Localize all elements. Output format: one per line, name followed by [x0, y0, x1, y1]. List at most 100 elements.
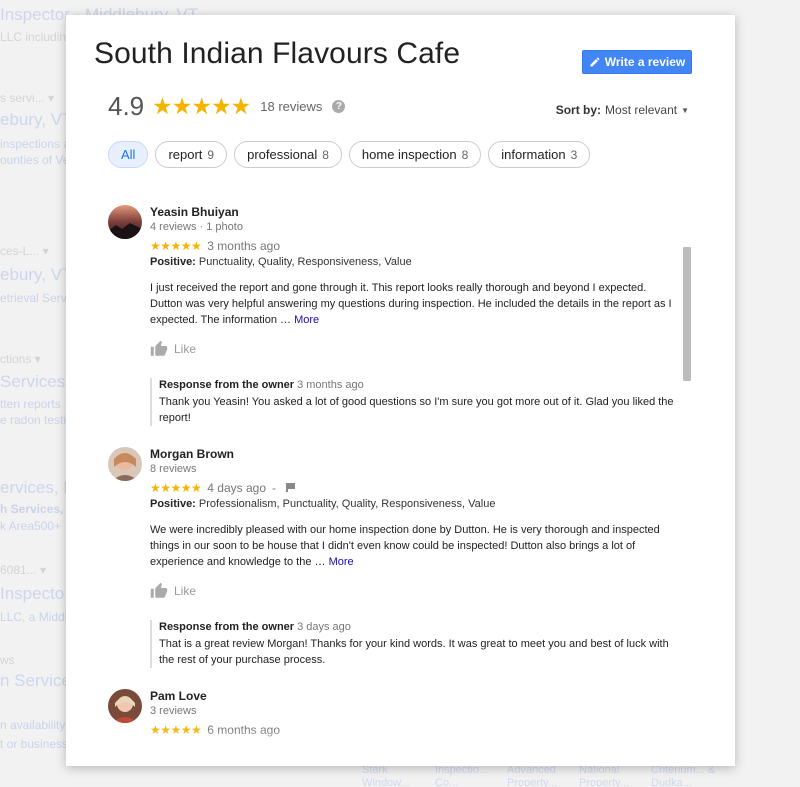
background-text: 6081... ▾	[0, 563, 47, 577]
like-label: Like	[174, 584, 197, 598]
background-text: e radon testi	[0, 413, 67, 427]
chip-label: professional	[247, 147, 318, 162]
thumbs-up-icon	[150, 340, 168, 356]
chip-count: 3	[570, 147, 578, 162]
chip-label: All	[121, 147, 136, 162]
review-text: We were incredibly pleased with our home…	[150, 522, 678, 570]
filter-chip-information[interactable]: information 3	[488, 141, 591, 168]
sort-dropdown[interactable]: Sort by: Most relevant ▼	[556, 103, 689, 117]
reviewer-meta: 4 reviews · 1 photo	[150, 221, 243, 233]
background-card-label: National Property...	[579, 764, 629, 787]
response-label: Response from the owner	[159, 379, 295, 391]
background-text: LLC, a Middl	[0, 610, 68, 624]
background-text: ctions ▾	[0, 352, 41, 366]
like-label: Like	[174, 342, 197, 356]
response-text: That is a great review Morgan! Thanks fo…	[159, 638, 669, 666]
scrollbar[interactable]	[683, 247, 691, 381]
background-text: etrieval Servi	[0, 291, 70, 305]
sort-value: Most relevant	[605, 103, 678, 117]
background-text: Inspecto	[0, 584, 65, 603]
pencil-icon	[590, 57, 600, 67]
chip-label: home inspection	[361, 147, 457, 162]
write-review-button[interactable]: Write a review	[582, 50, 692, 74]
response-text: Thank you Yeasin! You asked a lot of goo…	[159, 396, 674, 424]
rating-summary: 4.9 ★★★★★ 18 reviews ?	[108, 91, 346, 122]
positive-label: Positive:	[150, 256, 196, 268]
review-body: I just received the report and gone thro…	[150, 282, 672, 326]
response-time: 3 days ago	[297, 621, 351, 633]
like-button[interactable]: Like	[150, 340, 210, 358]
reviewer-meta: 3 reviews	[150, 705, 197, 717]
background-text: t or business	[0, 737, 69, 751]
owner-response: Response from the owner 3 months ago Than…	[150, 378, 678, 426]
background-text: s servi... ▾	[0, 91, 55, 105]
avatar[interactable]	[108, 205, 142, 239]
background-text: h Services, L	[0, 502, 75, 516]
review-time: 3 months ago	[207, 238, 281, 253]
background-card-label: Criterium... & Dudka...	[651, 764, 716, 787]
background-text: LLC including	[0, 30, 73, 44]
reviewer-name[interactable]: Pam Love	[150, 689, 678, 704]
review-text: I just received the report and gone thro…	[150, 280, 678, 328]
background-text: inspections a	[0, 137, 71, 151]
review-positive: Positive: Professionalism, Punctuality, …	[150, 496, 678, 512]
more-link[interactable]: More	[294, 314, 319, 326]
more-link[interactable]: More	[329, 556, 354, 568]
background-text: ces-L... ▾	[0, 244, 49, 258]
review-time: 4 days ago	[207, 480, 267, 495]
thumbs-up-icon	[150, 582, 168, 598]
positive-label: Positive:	[150, 498, 196, 510]
chevron-down-icon: ▼	[681, 105, 689, 115]
background-card-label: Inspectio... Co...	[435, 764, 489, 787]
background-text: Services,	[0, 372, 70, 391]
reviewer-name[interactable]: Yeasin Bhuiyan	[150, 205, 678, 220]
response-time: 3 months ago	[297, 379, 364, 391]
flag-icon[interactable]	[286, 483, 296, 492]
background-text: k Area500+	[0, 519, 62, 533]
background-text: ebury, VT	[0, 110, 73, 129]
review-stars: ★★★★★	[150, 480, 202, 495]
review-count: 18 reviews	[260, 99, 323, 114]
avatar[interactable]	[108, 447, 142, 481]
bottom-fade	[66, 728, 735, 766]
background-text: ebury, VT	[0, 265, 73, 284]
background-text: ounties of Ve	[0, 153, 70, 167]
background-text: tten reports	[0, 397, 61, 411]
chip-count: 9	[207, 147, 215, 162]
background-text: ws	[0, 653, 15, 667]
chip-label: information	[501, 147, 566, 162]
sort-label: Sort by:	[555, 103, 602, 117]
review-stars: ★★★★★	[150, 238, 202, 253]
dialog-title: South Indian Flavours Cafe	[94, 37, 461, 70]
rating-value: 4.9	[108, 91, 145, 121]
review-item: Yeasin Bhuiyan 4 reviews · 1 photo ★★★★★…	[108, 205, 678, 447]
owner-response: Response from the owner 3 days ago That i…	[150, 620, 678, 668]
filter-chip-report[interactable]: report 9	[155, 141, 228, 168]
background-text: n availability	[0, 718, 66, 732]
reviews-dialog: South Indian Flavours Cafe Write a revie…	[66, 15, 735, 766]
filter-chip-professional[interactable]: professional 8	[234, 141, 342, 168]
chip-count: 8	[461, 147, 469, 162]
background-card-label: Stark Window...	[362, 764, 410, 787]
reviewer-meta: 8 reviews	[150, 463, 197, 475]
avatar[interactable]	[108, 689, 142, 723]
filter-chip-home-inspection[interactable]: home inspection 8	[348, 141, 482, 168]
review-positive: Positive: Punctuality, Quality, Responsi…	[150, 254, 678, 270]
topic-filter-chips: All report 9 professional 8 home inspection 8 i…	[108, 141, 591, 168]
help-icon[interactable]: ?	[332, 100, 346, 113]
filter-chip-All[interactable]: All	[108, 141, 149, 168]
write-review-label: Write a review	[604, 55, 686, 69]
review-item: Morgan Brown 8 reviews ★★★★★ 4 days ago …	[108, 447, 678, 689]
response-label: Response from the owner	[159, 621, 295, 633]
reviewer-name[interactable]: Morgan Brown	[150, 447, 678, 462]
background-text: ervices, L	[0, 478, 73, 497]
like-button[interactable]: Like	[150, 582, 210, 600]
chip-label: report	[168, 147, 203, 162]
chip-count: 8	[322, 147, 329, 162]
positive-values: Professionalism, Punctuality, Quality, R…	[198, 498, 496, 510]
review-time-suffix: -	[272, 480, 277, 495]
review-body: We were incredibly pleased with our home…	[150, 524, 660, 568]
background-card-label: Advanced Property...	[507, 764, 557, 787]
positive-values: Punctuality, Quality, Responsiveness, Va…	[198, 256, 412, 268]
rating-stars: ★★★★★	[152, 93, 251, 119]
